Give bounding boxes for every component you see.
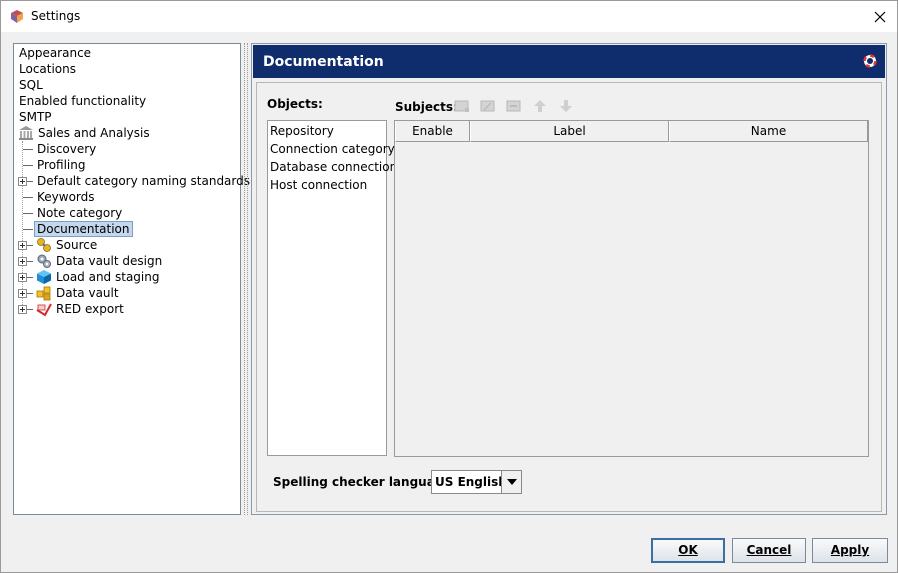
- tree-item-label: Sales and Analysis: [38, 126, 150, 140]
- spelling-language-select[interactable]: US English: [431, 470, 522, 494]
- chevron-down-icon: [506, 479, 517, 485]
- spelling-language-label: Spelling checker language:: [273, 475, 457, 489]
- tree-item-label: Default category naming standards: [37, 174, 251, 188]
- source-icon: [37, 238, 51, 252]
- tree-item-label: Profiling: [37, 158, 86, 172]
- tree-item-appearance[interactable]: Appearance: [17, 45, 93, 61]
- tree-item-discovery[interactable]: Discovery: [35, 141, 98, 157]
- tree-branch: [27, 261, 33, 262]
- move-down-icon: [560, 100, 572, 112]
- settings-dialog: Settings Appearance Locations SQL Enable…: [0, 0, 898, 573]
- panel-splitter[interactable]: [244, 43, 249, 515]
- bank-icon: [19, 126, 33, 140]
- object-item-host-connection[interactable]: Host connection: [270, 176, 367, 194]
- settings-tree[interactable]: Appearance Locations SQL Enabled functio…: [13, 43, 250, 515]
- object-item-connection-category[interactable]: Connection category: [270, 140, 395, 158]
- dropdown-arrow[interactable]: [501, 471, 521, 493]
- tree-branch: [23, 149, 33, 150]
- tree-branch: [23, 165, 33, 166]
- tree-item-label: Locations: [19, 62, 77, 76]
- tree-branch: [27, 181, 33, 182]
- delete-subject-button[interactable]: [505, 97, 523, 115]
- tree-branch: [27, 277, 33, 278]
- object-item-repository[interactable]: Repository: [270, 122, 334, 140]
- tree-branch: [27, 309, 33, 310]
- window-title: Settings: [31, 9, 81, 23]
- column-header-label[interactable]: Label: [470, 121, 669, 142]
- lifebuoy-icon[interactable]: [863, 54, 877, 68]
- ok-button[interactable]: OK: [651, 538, 725, 563]
- panel-header: Documentation: [253, 45, 885, 78]
- edit-subject-button[interactable]: [479, 97, 497, 115]
- tree-item-label: Note category: [37, 206, 123, 220]
- tree-item-source[interactable]: Source: [54, 237, 99, 253]
- tree-item-label: SQL: [19, 78, 43, 92]
- move-up-icon: [534, 100, 546, 112]
- close-icon: [874, 11, 886, 22]
- tree-item-label: RED export: [56, 302, 124, 316]
- tree-item-label: Load and staging: [56, 270, 160, 284]
- tree-item-data-vault-design[interactable]: Data vault design: [54, 253, 164, 269]
- column-header-name[interactable]: Name: [669, 121, 868, 142]
- tree-expander[interactable]: [18, 305, 27, 314]
- edit-icon: [480, 100, 495, 112]
- tree-item-load-and-staging[interactable]: Load and staging: [54, 269, 161, 285]
- move-up-button[interactable]: [531, 97, 549, 115]
- tree-item-locations[interactable]: Locations: [17, 61, 78, 77]
- tree-item-label: SMTP: [19, 110, 52, 124]
- close-button[interactable]: [863, 1, 897, 32]
- tree-item-sql[interactable]: SQL: [17, 77, 45, 93]
- objects-label: Objects:: [267, 97, 323, 111]
- tree-expander[interactable]: [18, 273, 27, 282]
- app-icon: [11, 10, 23, 23]
- tree-item-sales-and-analysis[interactable]: Sales and Analysis: [36, 125, 152, 141]
- red-export-icon: [36, 303, 52, 317]
- subjects-label: Subjects:: [395, 100, 458, 114]
- tree-expander[interactable]: [18, 289, 27, 298]
- tree-item-label: Keywords: [37, 190, 95, 204]
- tree-item-documentation[interactable]: Documentation: [34, 221, 133, 237]
- tree-expander[interactable]: [18, 177, 27, 186]
- cube-icon: [37, 270, 51, 284]
- tree-item-label: Enabled functionality: [19, 94, 147, 108]
- tree-item-note-category[interactable]: Note category: [35, 205, 124, 221]
- objects-list[interactable]: Repository Connection category Database …: [267, 120, 397, 456]
- tree-item-data-vault[interactable]: Data vault: [54, 285, 121, 301]
- tree-expander[interactable]: [18, 241, 27, 250]
- move-down-button[interactable]: [557, 97, 575, 115]
- tree-item-smtp[interactable]: SMTP: [17, 109, 54, 125]
- add-subject-button[interactable]: [453, 97, 471, 115]
- tree-branch: [23, 229, 33, 230]
- spelling-language-value: US English: [435, 475, 507, 489]
- add-icon: [454, 100, 469, 112]
- apply-button[interactable]: Apply: [812, 538, 888, 563]
- tree-item-keywords[interactable]: Keywords: [35, 189, 97, 205]
- tree-item-red-export[interactable]: RED export: [54, 301, 126, 317]
- column-header-enable[interactable]: Enable: [395, 121, 470, 142]
- tree-item-profiling[interactable]: Profiling: [35, 157, 88, 173]
- tree-branch: [23, 213, 33, 214]
- tree-item-label: Data vault design: [56, 254, 163, 268]
- tree-item-label: Source: [56, 238, 98, 252]
- delete-icon: [506, 100, 521, 112]
- object-item-database-connection[interactable]: Database connection: [270, 158, 397, 176]
- tree-branch: [27, 293, 33, 294]
- tree-item-label: Data vault: [56, 286, 119, 300]
- tree-item-label: Discovery: [37, 142, 97, 156]
- tree-expander[interactable]: [18, 257, 27, 266]
- table-header: Enable Label Name: [395, 121, 868, 142]
- subjects-table[interactable]: Enable Label Name: [394, 120, 869, 457]
- tree-item-enabled-functionality[interactable]: Enabled functionality: [17, 93, 148, 109]
- panel-title: Documentation: [263, 54, 384, 70]
- data-vault-icon: [36, 286, 51, 301]
- gears-icon: [37, 254, 51, 268]
- cancel-button[interactable]: Cancel: [732, 538, 806, 563]
- tree-item-label: Documentation: [34, 221, 133, 237]
- tree-item-default-category-naming-standards[interactable]: Default category naming standards: [35, 173, 252, 189]
- tree-branch: [27, 245, 33, 246]
- tree-connector: [22, 141, 23, 309]
- title-bar: Settings: [1, 1, 897, 32]
- tree-branch: [23, 197, 33, 198]
- tree-item-label: Appearance: [19, 46, 92, 60]
